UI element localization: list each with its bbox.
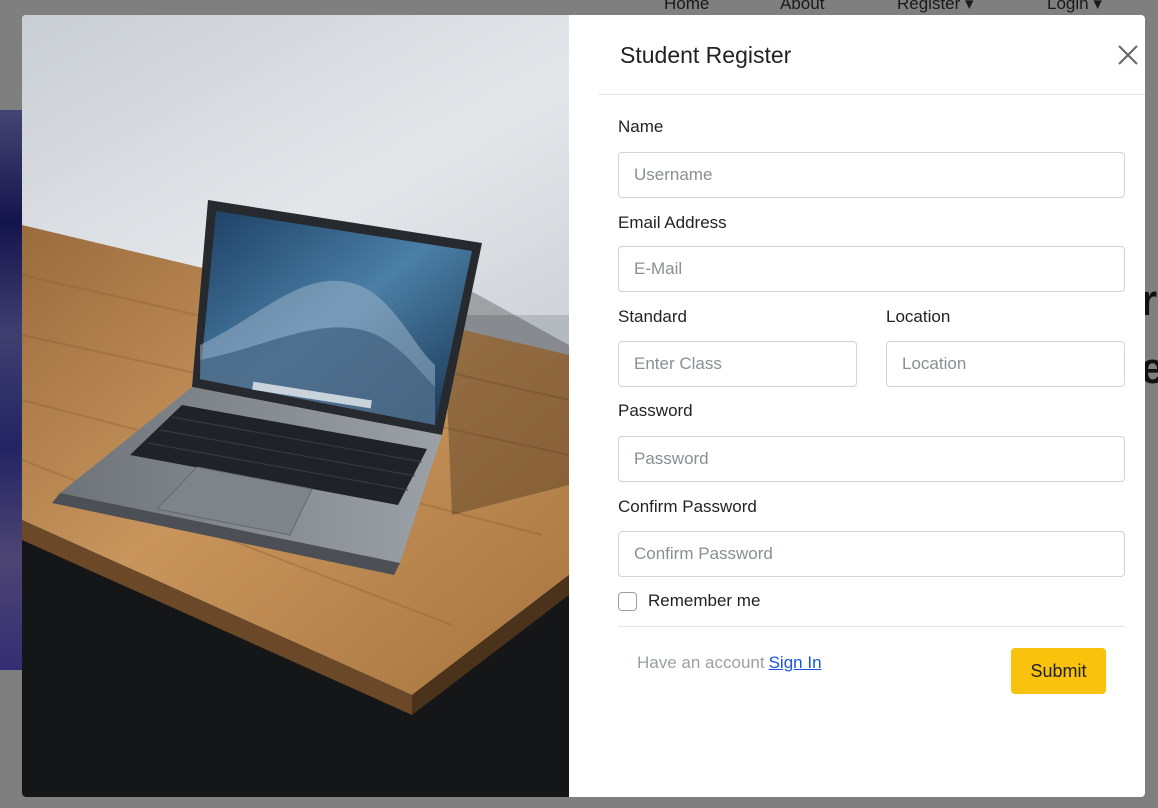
location-label: Location — [886, 307, 951, 326]
signin-prompt: Have an account Sign In — [637, 653, 822, 673]
password-label: Password — [618, 401, 693, 420]
email-input[interactable] — [618, 246, 1125, 292]
modal-header: Student Register — [599, 15, 1145, 95]
signin-prompt-text: Have an account — [637, 653, 765, 672]
standard-label: Standard — [618, 307, 687, 326]
register-form-panel: Student Register Name Email Address Stan… — [569, 15, 1145, 797]
register-modal: Student Register Name Email Address Stan… — [22, 15, 1145, 797]
submit-button[interactable]: Submit — [1011, 648, 1106, 694]
laptop-illustration — [22, 15, 569, 797]
remember-checkbox[interactable] — [618, 591, 637, 611]
confirm-password-label: Confirm Password — [618, 497, 757, 516]
email-label: Email Address — [618, 213, 727, 232]
class-input[interactable] — [618, 341, 857, 387]
name-label: Name — [618, 117, 664, 136]
close-icon — [1118, 45, 1138, 65]
location-input[interactable] — [886, 341, 1125, 387]
confirm-password-input[interactable] — [618, 531, 1125, 577]
laptop-photo — [22, 15, 569, 797]
remember-label: Remember me — [648, 591, 761, 610]
modal-title: Student Register — [620, 42, 792, 68]
password-input[interactable] — [618, 436, 1125, 482]
form-divider — [618, 626, 1125, 627]
remember-me[interactable]: Remember me — [618, 591, 760, 611]
signin-link[interactable]: Sign In — [769, 653, 822, 672]
close-button[interactable] — [1112, 39, 1144, 71]
username-input[interactable] — [618, 152, 1125, 198]
